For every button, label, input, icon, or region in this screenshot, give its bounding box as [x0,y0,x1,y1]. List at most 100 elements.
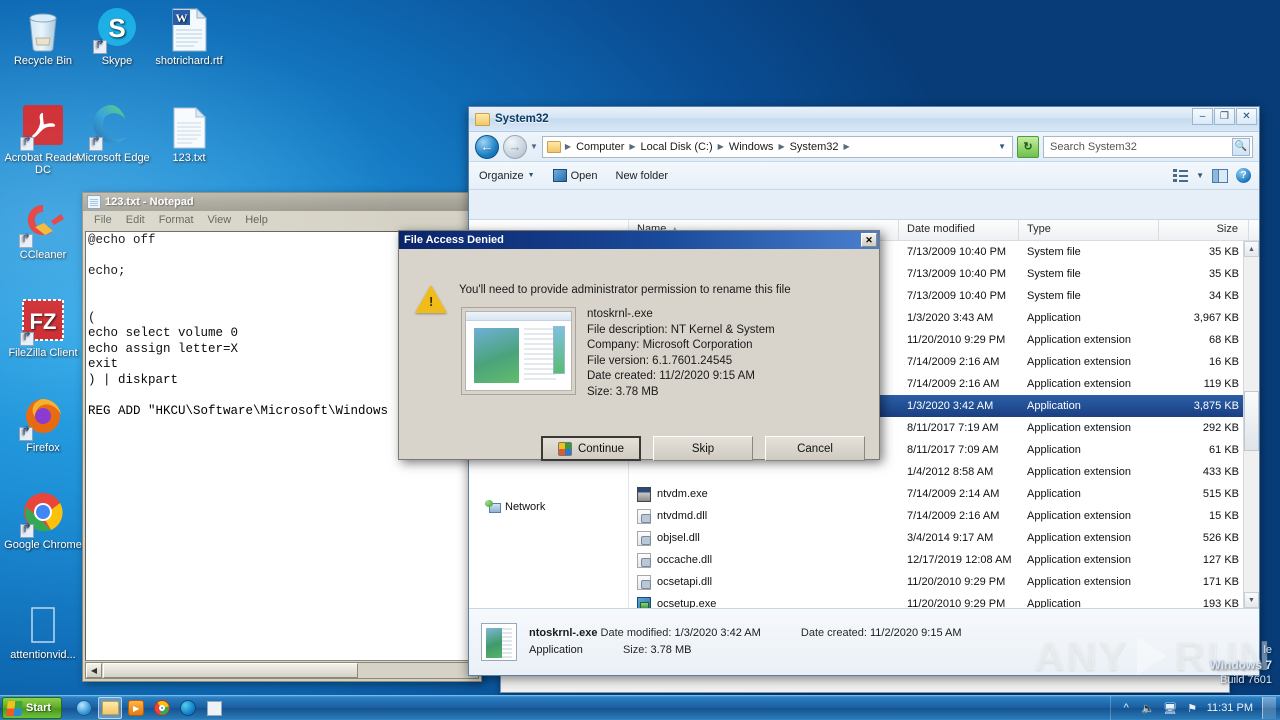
show-hidden-icons-icon[interactable]: ^ [1119,701,1134,716]
column-header-size[interactable]: Size [1159,220,1249,240]
explorer-address-bar[interactable]: ← → ▼ ▶ Computer ▶ Local Disk (C:) ▶ Win… [469,132,1259,162]
recent-pages-dropdown-icon[interactable]: ▼ [530,142,538,151]
skip-button[interactable]: Skip [653,436,753,461]
continue-button[interactable]: Continue [541,436,641,461]
dialog-buttons[interactable]: Continue Skip Cancel [541,436,865,461]
explorer-title-bar[interactable]: System32 – ❐ ✕ [469,107,1259,132]
cell-date-modified: 7/14/2009 2:14 AM [907,488,1000,500]
table-row[interactable]: ocsetup.exe 11/20/2010 9:29 PM Application… [629,593,1259,608]
cell-type: Application extension [1027,334,1131,346]
search-input[interactable]: Search System32 🔍 [1043,135,1253,158]
notepad-menu-bar[interactable]: File Edit Format View Help [83,211,481,229]
breadcrumb-local-disk[interactable]: Local Disk (C:) [638,140,716,154]
taskbar-windows-explorer[interactable] [98,697,123,719]
network-warning-icon[interactable]: 🖥 [1163,701,1178,716]
taskbar[interactable]: Start ▶ ^ 🔈 🖥 ⚑ 11:31 PM [0,695,1280,720]
refresh-button[interactable]: ↻ [1017,135,1039,158]
organize-button[interactable]: Organize ▼ [475,168,539,184]
column-header-type[interactable]: Type [1019,220,1159,240]
menu-view[interactable]: View [201,213,239,227]
menu-file[interactable]: File [87,213,119,227]
new-folder-button[interactable]: New folder [612,168,673,184]
svg-text:S: S [108,13,125,43]
cell-type: Application extension [1027,554,1131,566]
breadcrumb[interactable]: ▶ Computer ▶ Local Disk (C:) ▶ Windows ▶… [541,135,1013,158]
show-desktop-button[interactable] [1262,697,1276,719]
start-button[interactable]: Start [2,697,63,719]
chevron-right-icon[interactable]: ▶ [717,142,725,151]
window-controls[interactable]: – ❐ ✕ [1192,108,1257,125]
minimize-button[interactable]: – [1192,108,1213,125]
svg-text:FZ: FZ [30,309,57,334]
maximize-button[interactable]: ❐ [1214,108,1235,125]
taskbar-items[interactable]: ▶ [72,697,226,719]
cell-name: ocsetup.exe [629,596,899,608]
action-center-flag-icon[interactable]: ⚑ [1185,701,1200,716]
table-row[interactable]: objsel.dll 3/4/2014 9:17 AM Application ex… [629,527,1259,549]
branding-line-1: le [1263,644,1272,656]
breadcrumb-system32[interactable]: System32 [787,140,842,154]
desktop-icon-firefox[interactable]: Firefox [0,393,86,454]
address-dropdown-icon[interactable]: ▼ [994,142,1010,151]
scroll-left-arrow-icon[interactable]: ◀ [86,663,102,678]
forward-button[interactable]: → [503,134,527,159]
breadcrumb-computer[interactable]: Computer [573,140,627,154]
table-row[interactable]: ntvdm.exe 7/14/2009 2:14 AM Application 515… [629,483,1259,505]
back-button[interactable]: ← [475,134,499,159]
file-list-scrollbar[interactable]: ▲ ▼ [1243,241,1259,608]
folder-icon [475,112,490,126]
cell-type: Application extension [1027,356,1131,368]
column-header-date-modified[interactable]: Date modified [899,220,1019,240]
nav-item-network[interactable]: Network [469,497,545,517]
cancel-button[interactable]: Cancel [765,436,865,461]
dialog-title-bar[interactable]: File Access Denied ✕ [399,231,879,249]
desktop-icon-123-txt[interactable]: 123.txt [146,103,232,164]
table-row[interactable]: ocsetapi.dll 11/20/2010 9:29 PM Applicatio… [629,571,1259,593]
cell-date-modified: 11/20/2010 9:29 PM [907,576,1006,588]
scroll-down-arrow-icon[interactable]: ▼ [1244,592,1259,608]
cell-size: 68 KB [1209,334,1239,346]
clock[interactable]: 11:31 PM [1207,702,1253,714]
cell-date-modified: 7/13/2009 10:40 PM [907,246,1007,258]
scrollbar-thumb[interactable] [103,663,358,678]
table-row[interactable]: ntvdmd.dll 7/14/2009 2:16 AM Application e… [629,505,1259,527]
open-label: Open [570,169,598,182]
dialog-close-button[interactable]: ✕ [861,233,877,247]
table-row[interactable]: occache.dll 12/17/2019 12:08 AM Applicatio… [629,549,1259,571]
desktop-icon-google-chrome[interactable]: Google Chrome [0,490,86,552]
menu-help[interactable]: Help [238,213,275,227]
help-icon[interactable]: ? [1236,168,1251,183]
scroll-up-arrow-icon[interactable]: ▲ [1244,241,1259,257]
desktop-icon-shotrichard-rtf[interactable]: W shotrichard.rtf [146,6,232,67]
breadcrumb-windows[interactable]: Windows [726,140,777,154]
desktop-icon-ccleaner[interactable]: CCleaner [0,200,86,261]
view-dropdown-icon[interactable]: ▼ [1196,171,1204,180]
chevron-right-icon[interactable]: ▶ [843,142,851,151]
taskbar-google-chrome[interactable] [150,697,174,719]
taskbar-microsoft-edge[interactable] [176,697,200,719]
taskbar-internet-explorer[interactable] [72,697,96,719]
desktop-icon-filezilla[interactable]: FZ FileZilla Client [0,298,86,359]
chevron-right-icon[interactable]: ▶ [777,142,785,151]
cell-size: 526 KB [1202,532,1239,544]
file-access-denied-dialog[interactable]: File Access Denied ✕ ! You'll need to pr… [398,230,880,461]
taskbar-windows-media-player[interactable]: ▶ [124,697,148,719]
menu-edit[interactable]: Edit [119,213,152,227]
desktop-icon-attentionvid[interactable]: attentionvid... [0,600,86,661]
notepad-title-bar[interactable]: 123.txt - Notepad [83,193,481,211]
notepad-horizontal-scrollbar[interactable]: ◀ [85,662,479,679]
preview-pane-icon[interactable] [1212,168,1228,183]
menu-format[interactable]: Format [152,213,201,227]
desktop-icon-microsoft-edge[interactable]: Microsoft Edge [70,103,156,164]
scrollbar-thumb[interactable] [1244,391,1259,451]
volume-icon[interactable]: 🔈 [1141,701,1156,716]
close-button[interactable]: ✕ [1236,108,1257,125]
search-icon[interactable]: 🔍 [1232,137,1250,156]
system-tray[interactable]: ^ 🔈 🖥 ⚑ 11:31 PM [1109,696,1280,720]
taskbar-notepad[interactable] [202,697,226,719]
open-button[interactable]: Open [549,167,602,184]
change-view-icon[interactable] [1173,169,1189,182]
desktop[interactable]: Recycle Bin S Skype W shotrichard.rtf Ac… [0,0,1280,720]
chevron-right-icon[interactable]: ▶ [628,142,636,151]
explorer-command-bar[interactable]: Organize ▼ Open New folder ▼ ? [469,162,1259,190]
